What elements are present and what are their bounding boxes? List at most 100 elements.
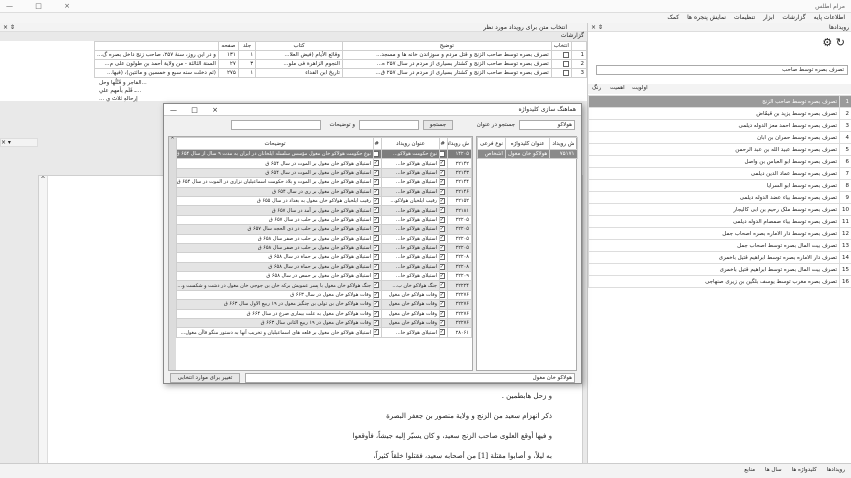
table-row[interactable]: ۱۴۲۰۵ ✓ نوع حکومت هولاکو... ✓ نوع حکومت هولا… [176,148,472,160]
table-row[interactable]: ۲۲۲۰۵ ✓ استیلای هولاکو خا... ✓ استیلای هولاک… [176,214,472,226]
list-item[interactable]: 13 تصرف بیت المال بصره توسط اصحاب جمل [588,239,851,252]
list-item[interactable]: 16 تصرف بصره مغرب توسط یوسف بلگین بن زیری… [588,275,851,288]
scroll-up-icon[interactable]: ^ [169,137,176,143]
checkbox[interactable]: ✓ [374,254,379,261]
close-icon[interactable]: × ⇕ [591,24,603,31]
list-item[interactable]: 10 تصرف بصره توسط ملک رحیم بن ابی کالیجار [588,203,851,216]
checkbox[interactable]: ✓ [374,169,379,176]
checkbox[interactable]: ✓ [374,273,379,280]
table-row[interactable]: ۲۲۱۴۴ ✓ استیلای هولاکو خا... ✓ استیلای هولاک… [176,177,472,188]
checkbox[interactable]: ✓ [374,207,379,214]
table-row[interactable]: ۲۲۲۷۶ ✓ وفات هولاکو خان مغول ✓ وفات هولاکو خ… [176,308,472,320]
keyword-value-input[interactable]: هولاکو خان مغول [245,373,575,383]
list-item[interactable]: 2 تصرف بصره توسط یزید بن قیمّاض [588,107,851,120]
checkbox[interactable]: ✓ [374,235,379,242]
event-search-input[interactable]: تصرف بصره توسط صاحب [596,65,848,75]
table-row[interactable]: ۲۲۲۲۴ ✓ جنگ هولاکو خان ب... ✓ جنگ هولاکو خان… [176,280,472,291]
gear-icon[interactable]: ⚙ ↻ [822,36,845,49]
checkbox[interactable]: ✓ [374,216,379,223]
menu-item-basic-info[interactable]: اطلاعات پایه [814,14,845,21]
checkbox[interactable]: ✓ [440,273,445,280]
table-row[interactable]: ۲۲۱۵۲ ✓ رقیب ایلخیان هولاکو... ✓ رقیب ایلخیا… [176,195,472,207]
dialog-window-controls[interactable]: — □ × [170,106,224,114]
list-item[interactable]: 11 تصرف بصره توسط بیاء صمصام الدوله دیلمی [588,215,851,228]
table-row[interactable]: ۲۲۱۴۲ ✓ استیلای هولاکو خا... ✓ استیلای هولاک… [176,158,472,169]
list-item[interactable]: 3 تصرف بصره توسط احمد معز الدوله دیلمی [588,119,851,132]
checkbox[interactable]: ✓ [440,188,445,195]
table-row[interactable]: 1 تصرف بصره توسط صاحب الزنج و قتل مردم و… [94,50,588,60]
checkbox[interactable]: ✓ [440,301,445,308]
checkbox[interactable]: ✓ [374,188,379,195]
tab-keywords[interactable]: کلیدواژه ها [792,467,817,473]
list-item[interactable]: 6 تصرف بصره توسط ابو العباس بن واصل [588,155,851,168]
checkbox[interactable]: ✓ [440,263,445,270]
checkbox[interactable]: ✓ [440,235,445,242]
checkbox[interactable] [562,69,569,76]
checkbox[interactable]: ✓ [374,319,379,326]
table-row[interactable]: ۲۲۱۴۳ ✓ استیلای هولاکو خا... ✓ استیلای هولاک… [176,167,472,179]
checkbox[interactable]: ✓ [374,263,379,270]
list-item[interactable]: 8 تصرف بصره توسط ابو السرایا [588,179,851,192]
list-item[interactable]: 9 تصرف بصره توسط بیاء عضد الدوله دیلمی [588,191,851,204]
table-row[interactable]: ۲۲۲۰۹ ✓ استیلای هولاکو خا... ✓ استیلای هولاک… [176,271,472,282]
apply-to-selected-button[interactable]: تغییر برای موارد انتخابی [170,373,240,383]
checkbox[interactable]: ✓ [374,329,379,336]
checkbox[interactable]: ✓ [440,207,445,214]
checkbox[interactable]: ✓ [440,291,445,298]
menu-item-help[interactable]: کمک [667,14,679,21]
table-row[interactable]: ۲۲۲۰۵ ✓ استیلای هولاکو خا... ✓ استیلای هولاک… [176,224,472,235]
checkbox[interactable]: ✓ [440,160,445,167]
table-row[interactable]: 3 تصرف بصره توسط صاحب الزنج و کشتار بسیا… [94,68,588,78]
table-row[interactable]: ۲۲۲۰۸ ✓ استیلای هولاکو خا... ✓ استیلای هولاک… [176,261,472,273]
checkbox[interactable]: ✓ [440,319,445,326]
checkbox[interactable]: ✓ [440,216,445,223]
table-row[interactable]: ۲۸۰۶۱ ✓ استیلای هولاکو خا... ✓ استیلای هولاک… [176,327,472,338]
table-row[interactable]: 2 تصرف بصره توسط صاحب الزنج و کشتار بسیا… [94,59,588,69]
list-item[interactable]: 14 تصرف دار الاماره بصره توسط ابراهیم قتی… [588,251,851,264]
checkbox[interactable]: ✓ [440,179,445,186]
checkbox[interactable]: ✓ [440,310,445,317]
list-item[interactable]: 15 تصرف بیت المال بصره توسط ابراهیم قتیل … [588,263,851,276]
menu-item-tools[interactable]: ابزار [763,14,774,21]
doc-scrollbar[interactable]: ^ [39,176,48,466]
checkbox[interactable]: ✓ [440,244,445,251]
checkbox[interactable]: ✓ [374,291,379,298]
checkbox[interactable]: ✓ [440,226,445,233]
checkbox[interactable]: ✓ [374,282,379,289]
checkbox[interactable]: ✓ [440,169,445,176]
checkbox[interactable]: ✓ [374,244,379,251]
table-row[interactable]: ۲۲۲۷۶ ✓ وفات هولاکو خان مغول ✓ وفات هولاکو خ… [176,289,472,301]
checkbox[interactable]: ✓ [374,179,379,186]
checkbox[interactable] [562,60,569,67]
checkbox[interactable]: ✓ [440,197,445,204]
checkbox[interactable]: ✓ [374,301,379,308]
extra-search-input[interactable] [231,120,321,130]
list-item[interactable]: 1 تصرف بصره توسط صاحب الزنج [588,95,851,108]
scroll-up-icon[interactable]: ^ [39,176,47,183]
table-row[interactable]: ۲۲۲۷۶ ✓ وفات هولاکو خان مغول ✓ وفات هولاکو خ… [176,299,472,310]
tab-years[interactable]: سال ها [765,467,782,473]
table-row[interactable]: ۲۲۲۰۵ ✓ استیلای هولاکو خا... ✓ استیلای هولاک… [176,242,472,254]
checkbox[interactable]: ✓ [440,329,445,336]
grid-scrollbar[interactable]: ^ [169,137,176,370]
search-button[interactable]: جستجو [423,120,453,130]
doc-panel-close-icon[interactable]: × ▾ [0,138,38,147]
table-row[interactable]: ۲۲۲۷۶ ✓ وفات هولاکو خان مغول ✓ وفات هولاکو خ… [176,318,472,329]
table-row[interactable]: ۷۵۱۷۱ هولاکو خان مغول اشخاص [477,149,578,159]
menu-item-settings[interactable]: تنظیمات [734,14,755,21]
list-item[interactable]: 7 تصرف بصره توسط عماد الدین دیلمی [588,167,851,180]
checkbox[interactable]: ✓ [440,150,445,157]
tab-events[interactable]: رویدادها [827,467,845,473]
table-row[interactable]: ۲۲۱۸۱ ✓ استیلای هولاکو خا... ✓ استیلای هولاک… [176,205,472,216]
keyword-search-input[interactable]: هولاکو [519,120,575,130]
checkbox[interactable]: ✓ [440,282,445,289]
table-row[interactable]: ۲۲۱۴۶ ✓ استیلای هولاکو خا... ✓ استیلای هولاک… [176,186,472,197]
checkbox[interactable]: ✓ [374,310,379,317]
table-row[interactable]: ۲۲۲۰۸ ✓ استیلای هولاکو خا... ✓ استیلای هولاک… [176,252,472,263]
description-search-input[interactable] [359,120,419,130]
window-controls[interactable]: — □ × [6,2,80,10]
close-icon[interactable]: × ⇕ [3,24,15,31]
list-item[interactable]: 4 تصرف بصره توسط حمران بن ابان [588,131,851,144]
list-item[interactable]: 12 تصرف بصره توسط دار الاماره بصره اصحاب … [588,227,851,240]
table-row[interactable]: ۲۲۲۰۵ ✓ استیلای هولاکو خا... ✓ استیلای هولاک… [176,233,472,244]
